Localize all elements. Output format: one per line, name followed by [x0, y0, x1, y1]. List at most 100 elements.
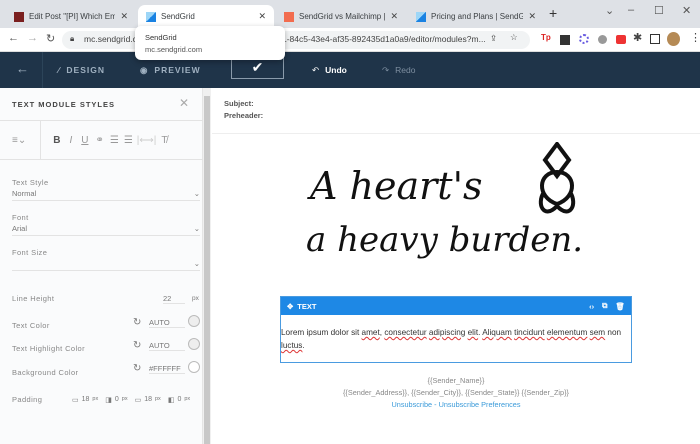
tab-pricing[interactable]: Pricing and Plans | SendGrid ✕	[408, 5, 544, 28]
text-color-swatch[interactable]	[188, 315, 200, 327]
close-window-icon[interactable]: ✕	[682, 4, 691, 17]
bg-color-input[interactable]: #FFFFFF	[149, 364, 185, 374]
back-icon[interactable]: ←	[8, 32, 19, 44]
pencil-icon: ∕	[58, 65, 61, 75]
extension-icon[interactable]	[598, 35, 607, 44]
panel-scrollbar-thumb[interactable]	[204, 96, 210, 444]
body-text-segment: consectetur	[384, 328, 427, 337]
preheader-label: Preheader:	[224, 111, 264, 120]
bulleted-list-icon[interactable]: ☰	[124, 135, 133, 146]
extension-icon[interactable]	[616, 35, 626, 44]
underline-icon[interactable]: U	[81, 135, 88, 146]
chevron-down-icon[interactable]: ⌄	[605, 4, 614, 17]
highlight-color-input[interactable]: AUTO	[149, 341, 185, 351]
padding-right-icon: ◨	[105, 397, 112, 404]
body-text-segment: non	[605, 328, 622, 337]
move-handle-icon[interactable]: ✥	[287, 302, 293, 311]
panel-title: TEXT MODULE STYLES	[12, 100, 116, 109]
sendgrid-favicon-icon	[416, 11, 426, 22]
horizontal-rule-icon[interactable]: |⟷|	[137, 135, 157, 146]
avatar[interactable]	[667, 32, 680, 46]
back-arrow-icon[interactable]: ←	[16, 61, 29, 76]
sidepanel-icon[interactable]	[650, 34, 660, 44]
redo-icon: ↷	[382, 64, 390, 75]
undo-button[interactable]: ↶ Undo	[312, 52, 347, 88]
body-text-segment: sem	[589, 328, 606, 337]
padding-right-input[interactable]: 0	[115, 396, 119, 404]
extension-tp-icon[interactable]: Tp	[541, 33, 551, 44]
text-module-body[interactable]: Lorem ipsum dolor sit amet, consectetur …	[281, 326, 631, 352]
unsubscribe-preferences-link[interactable]: Unsubscribe Preferences	[439, 400, 521, 409]
padding-bottom-input[interactable]: 18	[144, 396, 152, 404]
redo-button[interactable]: ↷ Redo	[382, 52, 415, 88]
extensions-puzzle-icon[interactable]: ✱	[633, 31, 642, 44]
tab-edit-post[interactable]: Edit Post "[PI] Which Email Ma ✕	[6, 5, 136, 28]
reset-icon[interactable]: ↻	[133, 317, 141, 328]
share-icon[interactable]: ⇪	[490, 33, 497, 44]
address-bar-row: ← → ↻ 🔒︎ mc.sendgrid.c 1-84c5-43e4-af35-…	[0, 28, 700, 52]
forward-icon[interactable]: →	[27, 32, 38, 44]
body-text-segment: adipiscing	[428, 328, 466, 337]
chevron-down-icon: ⌄	[193, 189, 200, 198]
close-tab-icon[interactable]: ✕	[120, 11, 128, 22]
favicon-icon	[14, 11, 24, 22]
heart-burden-image[interactable]: A heart's a heavy burden.	[302, 140, 612, 270]
body-text-segment: Lorem ipsum dolor sit	[281, 328, 362, 337]
padding-left-icon: ◧	[167, 397, 175, 404]
bookmark-star-icon[interactable]: ☆	[510, 32, 518, 43]
body-text-segment: elementum	[546, 328, 588, 337]
unsubscribe-link[interactable]: Unsubscribe	[392, 400, 433, 409]
padding-bottom-icon: ▭	[134, 397, 142, 404]
reset-icon[interactable]: ↻	[133, 340, 141, 351]
new-tab-button[interactable]: +	[549, 5, 557, 21]
reload-icon[interactable]: ↻	[46, 32, 55, 45]
text-module-styles-panel: TEXT MODULE STYLES ✕ ≡⌄ B I U ⚭ ☰ ☰ |⟷| …	[0, 88, 203, 444]
editor-header: ← ∕ DESIGN ◉ PREVIEW ✔ ↶ Undo ↷ Redo	[0, 52, 700, 88]
close-tab-icon[interactable]: ✕	[528, 11, 536, 22]
footer-links: Unsubscribe - Unsubscribe Preferences	[391, 400, 521, 409]
highlight-color-swatch[interactable]	[188, 338, 200, 350]
undo-icon: ↶	[312, 64, 320, 75]
tab-hubspot[interactable]: SendGrid vs Mailchimp | HubS ✕	[276, 5, 406, 28]
padding-inputs: ▭ 18 px ◨ 0 px ▭ 18 px ◧ 0 px	[72, 396, 191, 404]
celtic-knot-icon	[538, 142, 576, 214]
close-tab-icon[interactable]: ✕	[258, 11, 266, 22]
trash-icon[interactable]: 🗑︎	[615, 302, 625, 311]
maximize-icon[interactable]: ☐	[654, 4, 664, 17]
bg-color-swatch[interactable]	[188, 361, 200, 373]
close-tab-icon[interactable]: ✕	[390, 11, 398, 22]
sendgrid-favicon-icon	[146, 11, 156, 22]
bold-icon[interactable]: B	[53, 135, 60, 146]
chevron-down-icon: ⌄	[193, 224, 200, 233]
padding-left-input[interactable]: 0	[177, 396, 181, 404]
subject-label: Subject:	[224, 99, 254, 108]
font-size-select[interactable]: ⌄	[12, 259, 200, 269]
padding-top-input[interactable]: 18	[82, 396, 90, 404]
italic-icon[interactable]: I	[69, 135, 72, 146]
text-color-input[interactable]: AUTO	[149, 318, 185, 328]
duplicate-icon[interactable]: ⧉	[602, 301, 607, 311]
tab-bar: Edit Post "[PI] Which Email Ma ✕ SendGri…	[0, 0, 700, 28]
text-module[interactable]: ✥ TEXT ‹› ⧉ 🗑︎ Lorem ipsum dolor sit ame…	[280, 296, 632, 363]
tab-hover-card: SendGrid mc.sendgrid.com	[135, 26, 285, 60]
body-text-segment: luctus	[281, 341, 303, 350]
format-toolbar: ≡⌄ B I U ⚭ ☰ ☰ |⟷| T̸	[0, 121, 203, 159]
minimize-icon[interactable]: –	[628, 4, 634, 16]
text-style-select[interactable]: Normal ⌄	[12, 189, 200, 198]
extension-icon[interactable]	[579, 34, 589, 44]
url-input[interactable]: 🔒︎ mc.sendgrid.c 1-84c5-43e4-af35-892435…	[62, 31, 530, 49]
numbered-list-icon[interactable]: ☰	[110, 135, 119, 146]
tab-sendgrid[interactable]: SendGrid ✕	[138, 5, 274, 28]
align-dropdown-icon[interactable]: ≡⌄	[12, 135, 26, 146]
link-icon[interactable]: ⚭	[95, 135, 103, 146]
extension-icon[interactable]	[560, 35, 570, 45]
chevron-down-icon: ⌄	[193, 259, 200, 268]
line-height-input[interactable]: 22	[163, 294, 185, 304]
code-icon[interactable]: ‹›	[589, 302, 594, 311]
design-tab[interactable]: ∕ DESIGN	[58, 52, 105, 88]
font-select[interactable]: Arial ⌄	[12, 224, 200, 233]
menu-kebab-icon[interactable]: ⋮	[690, 31, 700, 44]
clear-format-icon[interactable]: T̸	[161, 135, 167, 146]
close-panel-icon[interactable]: ✕	[179, 96, 189, 110]
reset-icon[interactable]: ↻	[133, 363, 141, 374]
